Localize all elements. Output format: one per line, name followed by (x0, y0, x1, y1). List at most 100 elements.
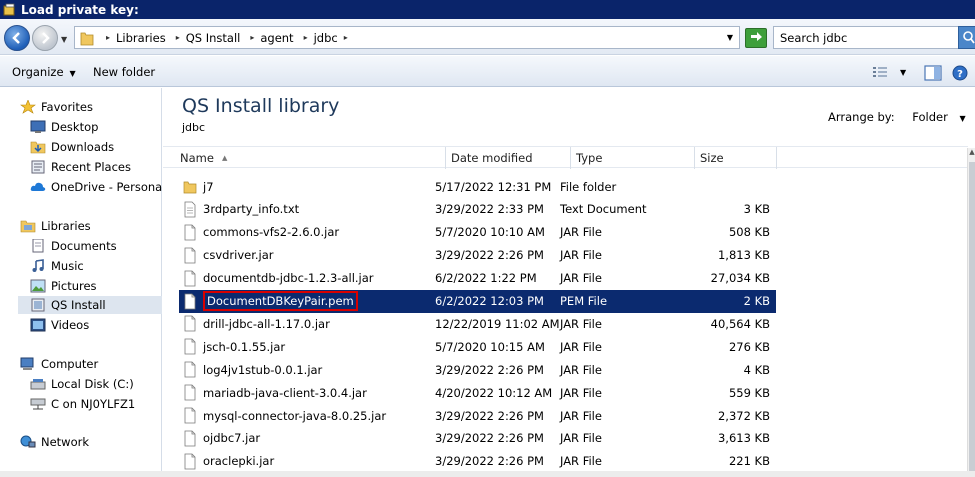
column-header: Name ▲ Date modified Type Size (163, 146, 968, 169)
file-row-selected[interactable]: DocumentDBKeyPair.pem 6/2/2022 12:03 PM PE… (179, 289, 776, 313)
cloud-icon (30, 182, 46, 191)
file-row[interactable]: ojdbc7.jar 3/29/2022 2:26 PM JAR File 3,613… (179, 427, 776, 450)
nav-item-recent-places[interactable]: Recent Places (30, 158, 131, 176)
nav-item-downloads[interactable]: Downloads (30, 138, 114, 156)
computer-icon (20, 357, 34, 370)
help-button[interactable]: ? (952, 65, 968, 84)
column-header-size[interactable]: Size (695, 147, 777, 169)
library-folder-icon (31, 298, 45, 312)
libraries-icon (20, 220, 36, 233)
videos-icon (30, 318, 46, 332)
pictures-icon (30, 279, 46, 293)
column-header-date-modified[interactable]: Date modified (446, 147, 571, 169)
details-view-icon (873, 67, 887, 77)
file-name: j7 (203, 179, 214, 194)
title-bar[interactable]: Load private key: (0, 0, 975, 19)
file-date: 6/2/2022 1:22 PM (435, 271, 537, 286)
nav-item-desktop[interactable]: Desktop (30, 118, 98, 136)
file-type: JAR File (560, 248, 602, 263)
nav-computer[interactable]: Computer (20, 355, 98, 373)
back-button[interactable] (4, 25, 30, 51)
file-row[interactable]: documentdb-jdbc-1.2.3-all.jar 6/2/2022 1:… (179, 267, 776, 290)
file-row[interactable]: oraclepki.jar 3/29/2022 2:26 PM JAR File 22… (179, 450, 776, 473)
breadcrumb-jdbc[interactable]: ▸ jdbc ▸ (298, 31, 354, 45)
breadcrumb-separator-icon: ▸ (250, 33, 255, 42)
column-header-type[interactable]: Type (571, 147, 695, 169)
nav-item-network-drive[interactable]: C on NJ0YLFZ1 (30, 395, 135, 413)
nav-favorites[interactable]: Favorites (20, 98, 93, 116)
file-size: 27,034 KB (710, 271, 770, 286)
network-icon (20, 435, 36, 448)
file-size: 276 KB (728, 339, 770, 354)
file-row[interactable]: mariadb-java-client-3.0.4.jar 4/20/2022 1… (179, 381, 776, 404)
file-type: JAR File (560, 339, 602, 354)
nav-item-qs-install[interactable]: QS Install (18, 296, 162, 314)
file-size: 559 KB (728, 385, 770, 400)
file-date: 3/29/2022 2:33 PM (435, 202, 544, 217)
file-type: JAR File (560, 431, 602, 446)
preview-pane-button[interactable] (924, 65, 942, 84)
scroll-up-icon[interactable]: ▲ (968, 148, 975, 160)
file-name-cell: drill-jdbc-all-1.17.0.jar (183, 312, 330, 335)
recent-places-icon (31, 160, 45, 174)
file-type: PEM File (560, 294, 608, 308)
nav-item-music[interactable]: Music (30, 257, 84, 275)
forward-button[interactable] (32, 25, 58, 51)
file-icon (184, 270, 196, 286)
new-folder-button[interactable]: New folder (93, 65, 155, 79)
search-input[interactable]: Search jdbc (773, 26, 975, 49)
file-name: oraclepki.jar (203, 454, 275, 469)
breadcrumb-qs-install[interactable]: ▸ QS Install (170, 31, 241, 45)
nav-network[interactable]: Network (20, 433, 89, 451)
address-dropdown-icon[interactable]: ▼ (727, 33, 733, 42)
nav-item-pictures[interactable]: Pictures (30, 277, 97, 295)
forward-arrow-icon (42, 32, 50, 44)
view-options-dropdown-icon[interactable]: ▼ (900, 68, 906, 77)
file-row[interactable]: mysql-connector-java-8.0.25.jar 3/29/2022… (179, 404, 776, 427)
file-row[interactable]: commons-vfs2-2.6.0.jar 5/7/2020 10:10 AM J… (179, 221, 776, 244)
nav-libraries[interactable]: Libraries (20, 217, 91, 235)
arrange-by-control[interactable]: Arrange by: Folder ▼ (828, 110, 966, 124)
address-bar[interactable]: ▸ Libraries ▸ QS Install ▸ agent ▸ jdbc ▸ ▼ (74, 26, 740, 49)
nav-item-documents[interactable]: Documents (30, 237, 117, 255)
file-name-cell: log4jv1stub-0.0.1.jar (183, 358, 322, 381)
file-row[interactable]: drill-jdbc-all-1.17.0.jar 12/22/2019 11:0… (179, 312, 776, 335)
file-row[interactable]: j7 5/17/2022 12:31 PM File folder (179, 175, 776, 198)
svg-text:?: ? (957, 69, 963, 80)
file-name-cell: csvdriver.jar (183, 244, 274, 267)
file-icon (184, 384, 196, 401)
search-button[interactable] (958, 26, 975, 49)
vertical-scrollbar[interactable]: ▲ (967, 148, 975, 477)
change-view-button[interactable] (872, 65, 888, 82)
downloads-folder-icon (30, 141, 46, 154)
organize-button[interactable]: Organize ▼ (12, 65, 76, 79)
breadcrumb-libraries[interactable]: ▸ Libraries (100, 31, 166, 45)
scrollbar-thumb[interactable] (969, 162, 975, 472)
nav-item-onedrive[interactable]: OneDrive - Personal (30, 178, 165, 196)
horizontal-scrollbar[interactable] (0, 471, 975, 477)
file-type: JAR File (560, 362, 602, 377)
nav-item-videos[interactable]: Videos (30, 316, 89, 334)
window-title: Load private key: (21, 2, 139, 17)
chevron-down-icon: ▼ (959, 114, 966, 123)
file-name-cell: 3rdparty_info.txt (183, 198, 299, 221)
file-size: 3 KB (743, 202, 770, 217)
refresh-icon (751, 32, 762, 41)
file-name: documentdb-jdbc-1.2.3-all.jar (203, 271, 374, 286)
file-row[interactable]: csvdriver.jar 3/29/2022 2:26 PM JAR File 1,… (179, 244, 776, 267)
recent-pages-dropdown[interactable]: ▼ (61, 35, 67, 44)
rename-field[interactable]: DocumentDBKeyPair.pem (203, 291, 358, 311)
column-header-name[interactable]: Name ▲ (175, 147, 446, 169)
file-icon (184, 338, 196, 355)
file-row[interactable]: 3rdparty_info.txt 3/29/2022 2:33 PM Text D… (179, 198, 776, 221)
file-row[interactable]: jsch-0.1.55.jar 5/7/2020 10:15 AM JAR File… (179, 335, 776, 358)
file-size: 4 KB (743, 362, 770, 377)
file-row[interactable]: log4jv1stub-0.0.1.jar 3/29/2022 2:26 PM JA… (179, 358, 776, 381)
folder-icon (183, 181, 197, 194)
nav-item-local-disk[interactable]: Local Disk (C:) (30, 375, 134, 393)
folder-icon (80, 32, 94, 45)
breadcrumb-separator-icon: ▸ (175, 33, 180, 42)
file-type: JAR File (560, 408, 602, 423)
refresh-button[interactable] (745, 28, 767, 48)
breadcrumb-agent[interactable]: ▸ agent (244, 31, 293, 45)
